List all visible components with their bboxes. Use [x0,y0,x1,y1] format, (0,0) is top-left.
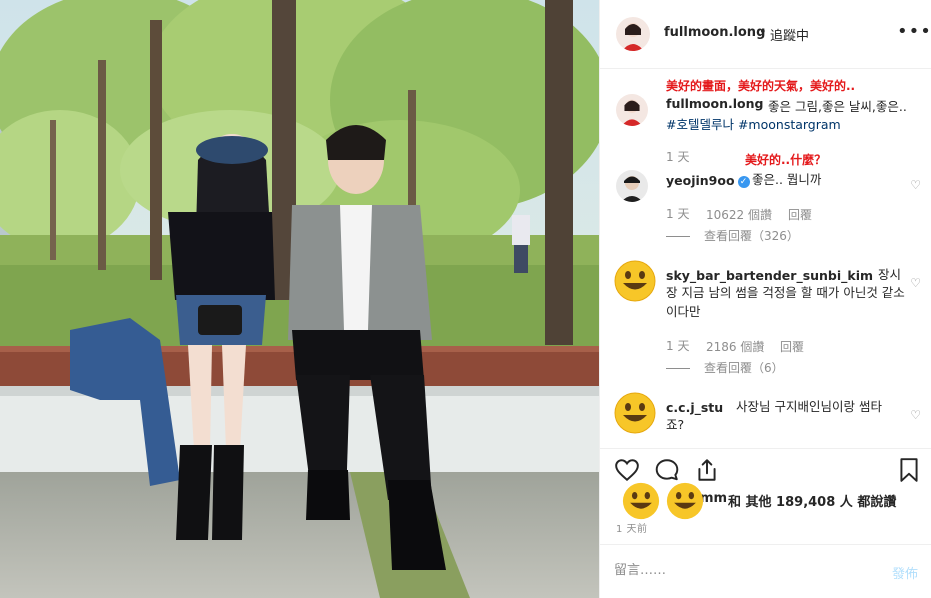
divider-line [666,236,690,237]
likes-count-text[interactable]: 和 其他 189,408 人 都說讚 [728,491,896,510]
caption-annotation: 美好的畫面，美好的天氣，美好的.. [666,79,856,93]
comment-like-icon[interactable]: ♡ [910,178,921,192]
comment-text-tail: 장시 [878,267,902,282]
author-avatar[interactable] [616,17,650,51]
comment-time: 1 天 [666,339,690,353]
comment-avatar[interactable] [616,170,648,202]
comment-reply-button[interactable]: 回覆 [780,338,804,355]
comment-text-line2: 죠? [666,417,685,432]
caption-hashtags[interactable]: #호텔델루나 #moonstargram [666,114,841,133]
photo-scene [0,0,599,598]
bookmark-icon[interactable] [896,457,922,483]
add-comment-bar: 發佈 [600,544,931,598]
comment-username[interactable]: sky_bar_bartender_sunbi_kim [666,268,873,283]
comment-text: 장 지금 남의 썸을 걱정을 할 때가 아닌것 같소이다만 [666,285,905,319]
comment-text: 사장님 구지배인님이랑 썸타 [736,399,882,414]
comment-username-text[interactable]: yeojin9oo [666,173,735,188]
caption-author-avatar[interactable] [616,94,648,126]
comment-username[interactable]: c.c.j_stu [666,400,723,415]
comment-text: 좋은.. 뭡니까 [752,172,822,187]
view-replies-button[interactable]: 查看回覆（6） [666,359,784,376]
comment-reply-button[interactable]: 回覆 [788,206,812,223]
smiley-emoji-icon [666,482,704,520]
comment-input[interactable] [614,563,864,578]
post-comment-button[interactable]: 發佈 [892,563,918,582]
comment-username[interactable]: yeojin9oo ✓ [666,173,750,188]
comment-like-icon[interactable]: ♡ [910,408,921,422]
post-photo[interactable] [0,0,599,598]
post-timestamp: 1 天前 [616,524,648,535]
author-username[interactable]: fullmoon.long [664,25,765,40]
comment-likes[interactable]: 10622 個讚 [706,206,772,223]
view-replies-label[interactable]: 查看回覆（6） [704,361,784,375]
follow-status-button[interactable]: 追蹤中 [770,25,809,44]
caption-time: 1 天 [666,150,690,164]
divider-line [666,368,690,369]
post-detail-panel: fullmoon.long • 追蹤中 ••• 美好的畫面，美好的天氣，美好的.… [599,0,931,598]
comment-icon[interactable] [654,457,680,483]
post-header: fullmoon.long • 追蹤中 ••• [600,0,931,69]
smiley-emoji-icon[interactable] [614,392,656,434]
heart-icon[interactable] [614,457,640,483]
comment-time: 1 天 [666,207,690,221]
comment-like-icon[interactable]: ♡ [910,276,921,290]
smiley-emoji-icon [622,482,660,520]
share-icon[interactable] [694,457,720,483]
header-separator: • [759,25,767,40]
comment-likes[interactable]: 2186 個讚 [706,338,764,355]
smiley-emoji-icon[interactable] [614,260,656,302]
verified-badge-icon: ✓ [737,176,750,188]
post-actions-bar [600,448,931,488]
view-replies-label[interactable]: 查看回覆（326） [704,229,799,243]
caption-text: 좋은 그림,좋은 날씨,좋은.. [768,99,907,114]
view-replies-button[interactable]: 查看回覆（326） [666,227,799,244]
likes-user-partial-tail[interactable]: mm [700,491,727,506]
caption-username[interactable]: fullmoon.long [666,96,763,111]
reply-annotation: 美好的..什麼？ [745,153,827,167]
more-options-icon[interactable]: ••• [897,21,931,42]
